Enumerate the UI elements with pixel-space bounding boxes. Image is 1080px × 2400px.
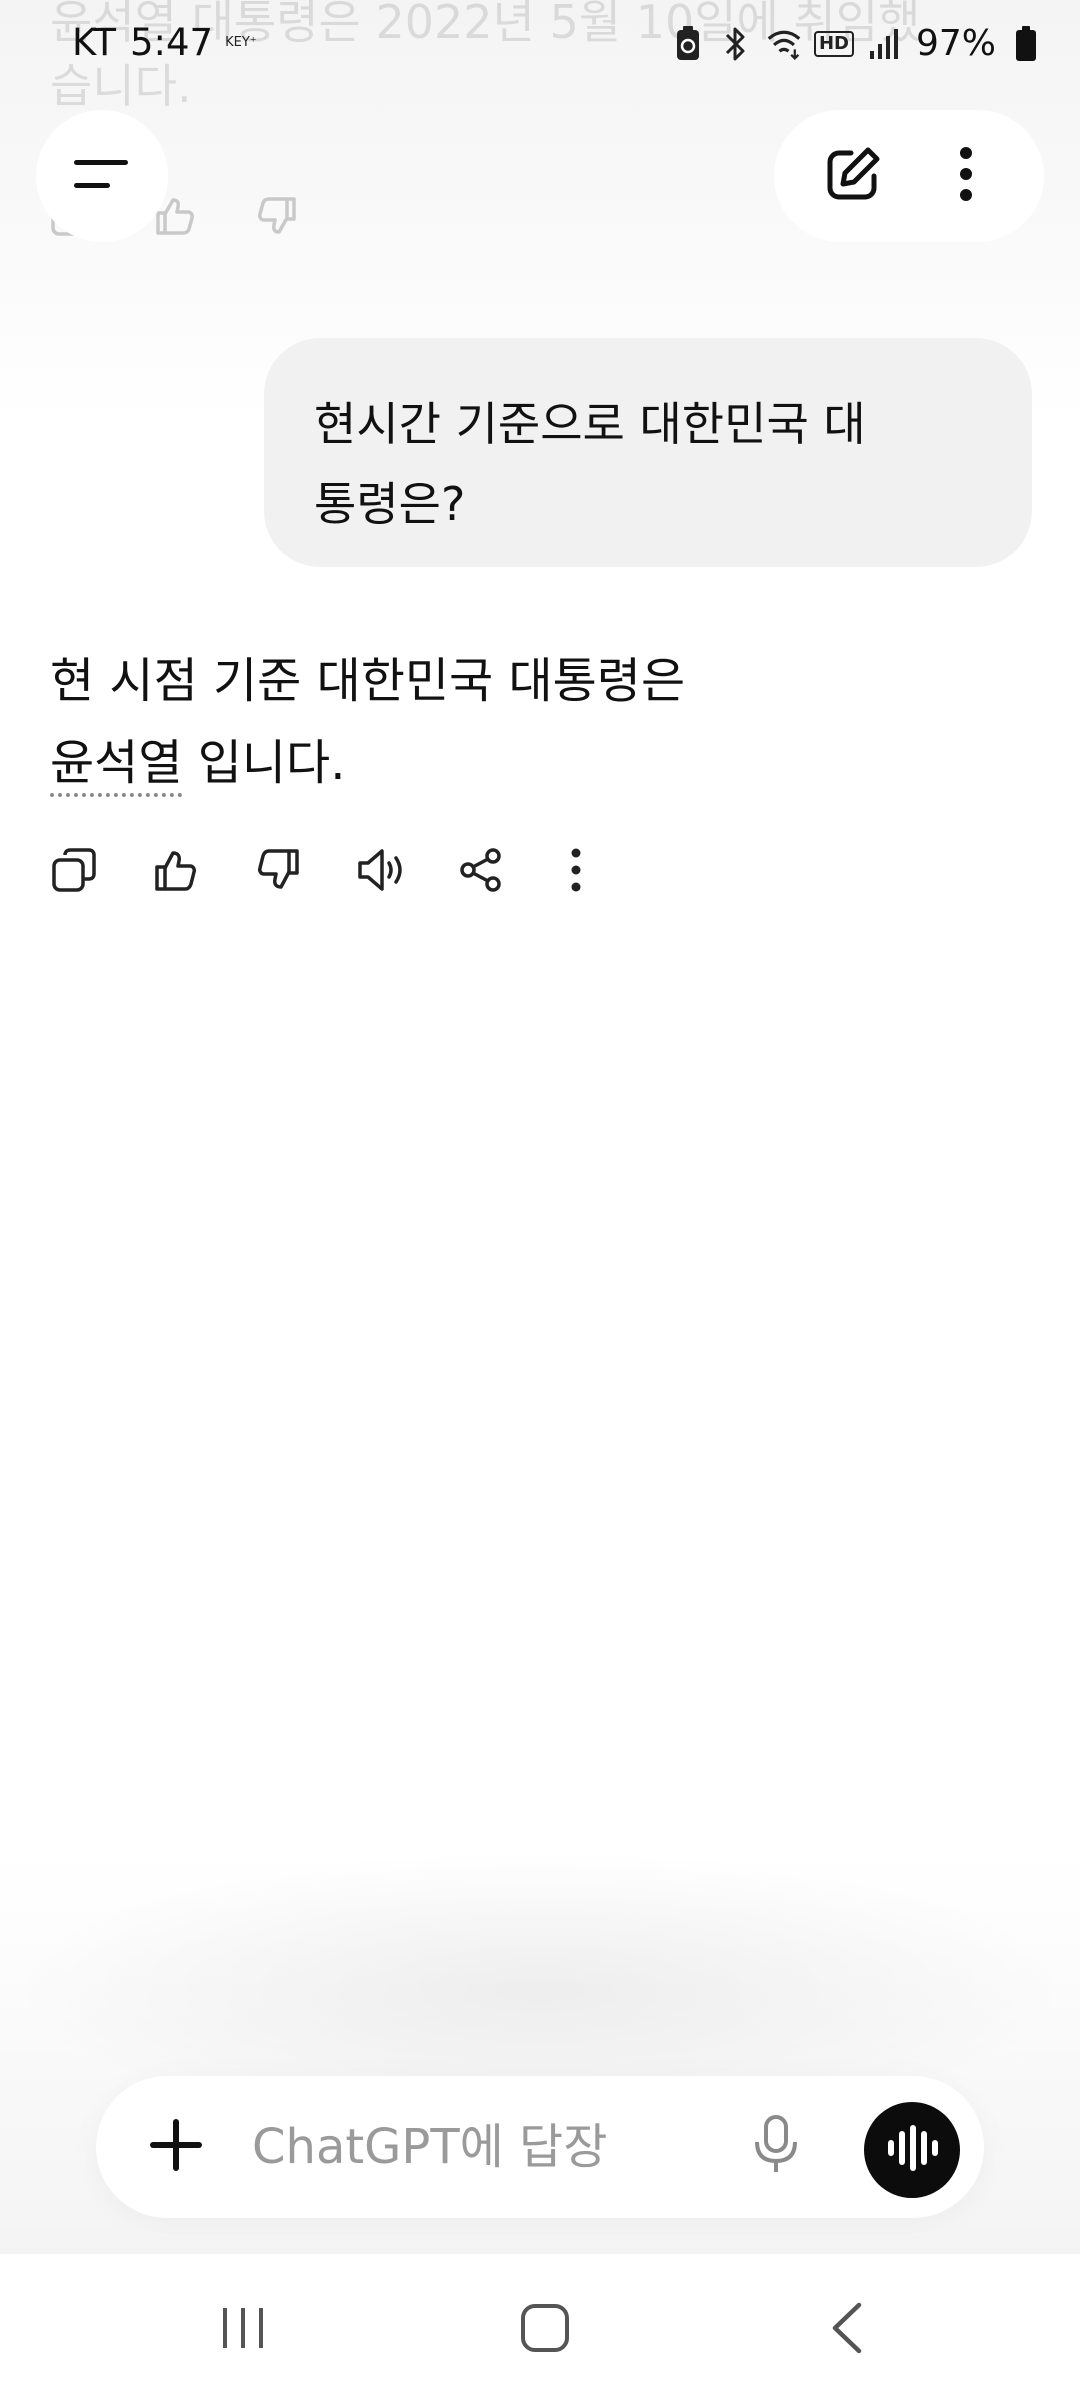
edit-icon [824, 145, 882, 207]
clock: 5:47 [130, 21, 214, 64]
assistant-message: 현 시점 기준 대한민국 대통령은 윤석열 입니다. [50, 640, 950, 804]
menu-icon [72, 154, 132, 198]
more-options-button[interactable] [921, 131, 1011, 221]
home-icon [520, 2303, 570, 2357]
share-icon [458, 847, 504, 897]
assistant-message-line1: 현 시점 기준 대한민국 대통령은 [50, 653, 686, 709]
back-icon [829, 2302, 865, 2358]
wifi-icon [766, 24, 802, 64]
status-bar: KT 5:47 KEY⁺ HD 97% [0, 0, 1080, 90]
top-actions [774, 110, 1044, 242]
back-button[interactable] [792, 2290, 902, 2370]
key-badge: KEY⁺ [225, 35, 257, 50]
vertical-dots-icon [959, 146, 973, 206]
copy-icon [50, 846, 98, 898]
entity-link[interactable]: 윤석열 [50, 735, 183, 797]
user-message-bubble: 현시간 기준으로 대한민국 대통령은? [264, 338, 1032, 567]
plus-icon [148, 2117, 204, 2177]
app-screen: 윤석열 대통령은 2022년 5월 10일에 취임했습니다. KT 5:47 K… [0, 0, 1080, 2400]
recent-apps-icon [219, 2304, 267, 2356]
thumbs-down-icon [252, 180, 354, 252]
recycle-battery-icon [670, 24, 706, 64]
home-button[interactable] [490, 2290, 600, 2370]
carrier-label: KT [72, 21, 116, 64]
reply-input[interactable]: ChatGPT에 답장 [252, 2118, 607, 2176]
message-actions [48, 836, 660, 908]
assistant-message-line2: 윤석열 입니다. [50, 722, 950, 804]
copy-button[interactable] [48, 836, 150, 908]
vertical-dots-icon [560, 847, 600, 897]
bluetooth-icon [718, 24, 754, 64]
thumbs-up-button[interactable] [150, 836, 252, 908]
waveform-icon [884, 2123, 940, 2177]
assistant-message-suffix: 입니다. [182, 735, 346, 791]
attach-button[interactable] [136, 2107, 216, 2187]
battery-icon [1008, 24, 1044, 64]
voice-mode-button[interactable] [864, 2102, 960, 2198]
message-composer: ChatGPT에 답장 [96, 2076, 984, 2218]
read-aloud-button[interactable] [354, 836, 456, 908]
dictation-button[interactable] [736, 2107, 816, 2187]
user-message-text: 현시간 기준으로 대한민국 대통령은? [314, 397, 866, 531]
system-navigation-bar [0, 2254, 1080, 2400]
share-button[interactable] [456, 836, 558, 908]
signal-icon [866, 24, 902, 64]
thumbs-down-icon [254, 846, 302, 898]
battery-percent: 97% [915, 23, 996, 64]
new-chat-button[interactable] [808, 131, 898, 221]
message-more-button[interactable] [558, 836, 660, 908]
microphone-icon [752, 2114, 800, 2180]
sidebar-menu-button[interactable] [36, 110, 168, 242]
thumbs-up-icon [152, 846, 200, 898]
recent-apps-button[interactable] [188, 2290, 298, 2370]
hd-voice-badge: HD [813, 31, 854, 57]
thumbs-down-button[interactable] [252, 836, 354, 908]
speaker-icon [356, 846, 408, 898]
